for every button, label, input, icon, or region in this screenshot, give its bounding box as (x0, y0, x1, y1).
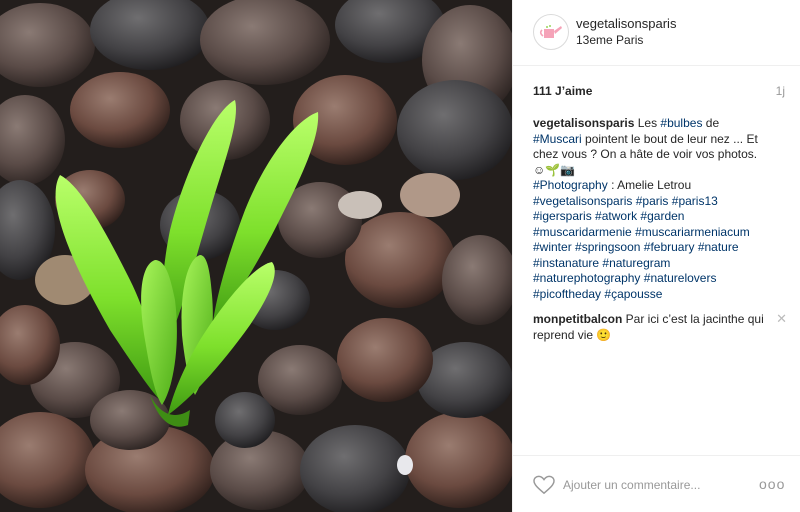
add-comment-input[interactable] (563, 476, 753, 494)
hashtag[interactable]: #february (644, 240, 695, 254)
post-header: vegetalisonsparis 13eme Paris (513, 0, 800, 66)
likes-row: 111 J’aime 1j (533, 82, 785, 100)
heart-icon[interactable] (533, 475, 555, 495)
hashtag[interactable]: #naturephotography (533, 271, 640, 285)
hashtag[interactable]: #naturelovers (644, 271, 717, 285)
hashtag[interactable]: #springsoon (575, 240, 640, 254)
hashtag[interactable]: #paris (636, 194, 669, 208)
caption-text: Les (634, 116, 661, 130)
likes-count[interactable]: 111 J’aime (533, 84, 592, 98)
hashtag[interactable]: #muscaridarmenie (533, 225, 632, 239)
comment-username[interactable]: monpetitbalcon (533, 312, 622, 326)
header-location[interactable]: 13eme Paris (576, 33, 643, 47)
sprout-among-lava-stones-image (0, 0, 512, 512)
hashtag[interactable]: #çapousse (604, 287, 662, 301)
more-options-icon[interactable]: ooo (759, 476, 785, 492)
avatar[interactable] (533, 14, 569, 50)
emoji-text: ☺🌱📷 (533, 162, 576, 177)
post-photo[interactable] (0, 0, 512, 512)
hashtag[interactable]: #Muscari (533, 132, 582, 146)
hashtag[interactable]: #naturegram (602, 256, 670, 270)
post-side-panel: vegetalisonsparis 13eme Paris 111 J’aime… (512, 0, 800, 512)
hashtag-list: #vegetalisonsparis #paris #paris13 #iger… (533, 194, 750, 301)
comment-footer: ooo (513, 455, 800, 512)
hashtag[interactable]: #igersparis (533, 209, 592, 223)
delete-comment-icon[interactable]: ✕ (776, 312, 787, 326)
hashtag[interactable]: #nature (698, 240, 739, 254)
hashtag[interactable]: #paris13 (672, 194, 718, 208)
hashtag[interactable]: #vegetalisonsparis (533, 194, 632, 208)
caption-text: de (702, 116, 720, 130)
hashtag[interactable]: #muscariarmeniacum (635, 225, 750, 239)
hashtag[interactable]: #winter (533, 240, 572, 254)
hashtag[interactable]: #garden (640, 209, 684, 223)
comments-list: vegetalisonsparis Les #bulbes de #Muscar… (533, 116, 787, 353)
watering-can-icon (539, 25, 562, 38)
header-username[interactable]: vegetalisonsparis (576, 16, 676, 31)
caption-comment: vegetalisonsparis Les #bulbes de #Muscar… (533, 116, 785, 302)
caption-text: : Amelie Letrou (607, 178, 692, 192)
hashtag[interactable]: #instanature (533, 256, 599, 270)
comment: monpetitbalcon Par ici c’est la jacinthe… (533, 312, 787, 343)
hashtag[interactable]: #bulbes (660, 116, 702, 130)
hashtag[interactable]: #picoftheday (533, 287, 601, 301)
hashtag[interactable]: #Photography (533, 178, 608, 192)
hashtag[interactable]: #atwork (595, 209, 637, 223)
post-time[interactable]: 1j (776, 84, 785, 98)
caption-username[interactable]: vegetalisonsparis (533, 116, 634, 130)
